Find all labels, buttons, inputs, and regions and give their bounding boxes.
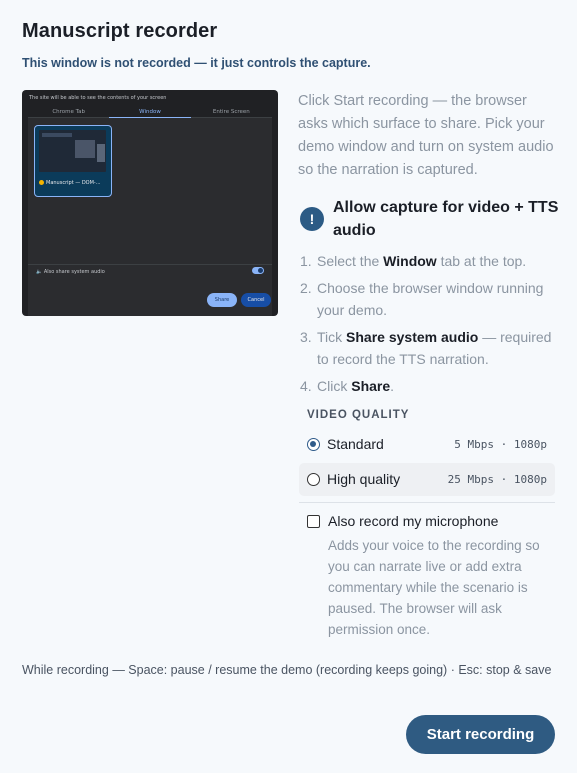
microphone-description: Adds your voice to the recording so you … xyxy=(328,538,540,637)
share-dialog-preview: The site will be able to see the content… xyxy=(22,90,278,316)
quality-option-standard[interactable]: Standard 5 Mbps · 1080p xyxy=(299,428,555,461)
alert-title: Allow capture for video + TTS audio xyxy=(333,199,559,239)
preview-tabs: Chrome Tab Window Entire Screen xyxy=(28,108,272,118)
thumbnail-label: Manuscript — DOM-... xyxy=(39,180,101,186)
preview-audio-label: 🔈 Also share system audio xyxy=(36,269,105,275)
step-item: 1. Select the Window tab at the top. xyxy=(300,253,527,269)
preview-audio-toggle xyxy=(252,267,264,274)
preview-window-thumbnail: Manuscript — DOM-... xyxy=(34,125,112,197)
steps-list: 1. Select the Window tab at the top. 2. Ch… xyxy=(300,250,562,402)
preview-heading: The site will be able to see the content… xyxy=(29,95,167,101)
thumbnail-image xyxy=(39,130,106,172)
preview-cancel-button: Cancel xyxy=(241,293,271,307)
radio-standard[interactable] xyxy=(307,438,320,451)
preview-share-button: Share xyxy=(207,293,237,307)
option-label: High quality xyxy=(327,471,401,487)
option-label: Standard xyxy=(327,436,384,452)
step-item: 2. Choose the browser window running your… xyxy=(300,280,544,318)
radio-high[interactable] xyxy=(307,473,320,486)
video-quality-label: VIDEO QUALITY xyxy=(307,409,410,421)
step-item: 3. Tick Share system audio — required to … xyxy=(300,329,552,367)
section-divider xyxy=(299,502,555,503)
exclamation-icon: ! xyxy=(300,207,324,231)
speaker-icon: 🔈 xyxy=(36,269,43,275)
quality-option-high[interactable]: High quality 25 Mbps · 1080p xyxy=(299,463,555,496)
preview-tab-chrome: Chrome Tab xyxy=(28,108,110,118)
page-subtitle: This window is not recorded — it just co… xyxy=(22,56,371,70)
option-spec: 25 Mbps · 1080p xyxy=(447,473,547,486)
microphone-checkbox[interactable] xyxy=(307,515,320,528)
intro-text: Click Start recording — the browser asks… xyxy=(298,93,554,178)
step-item: 4. Click Share. xyxy=(300,378,395,394)
chrome-icon xyxy=(39,180,44,185)
start-recording-button[interactable]: Start recording xyxy=(406,715,555,754)
page-title: Manuscript recorder xyxy=(22,20,218,42)
keyboard-hint: While recording — Space: pause / resume … xyxy=(22,663,552,677)
option-spec: 5 Mbps · 1080p xyxy=(454,438,547,451)
microphone-label[interactable]: Also record my microphone xyxy=(328,513,498,529)
preview-divider xyxy=(28,264,272,265)
preview-tab-screen: Entire Screen xyxy=(190,108,272,118)
preview-tab-window: Window xyxy=(109,108,191,118)
